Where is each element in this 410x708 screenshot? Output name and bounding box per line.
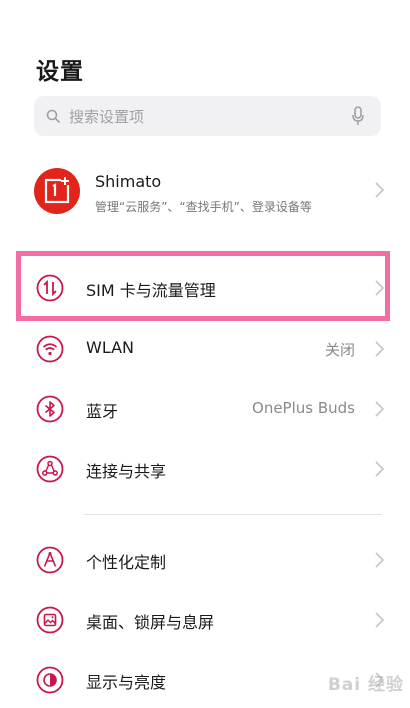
settings-item-label: 桌面、锁屏与息屏 <box>86 613 215 632</box>
microphone-icon[interactable] <box>352 106 364 130</box>
search-placeholder: 搜索设置项 <box>69 108 145 126</box>
wifi-icon <box>36 335 64 363</box>
chevron-right-icon <box>375 341 385 361</box>
settings-item-label: 个性化定制 <box>86 553 167 572</box>
search-bar[interactable]: 搜索设置项 <box>34 96 381 136</box>
settings-item-personalization[interactable]: 个性化定制 <box>0 532 410 588</box>
search-icon <box>46 108 60 127</box>
oneplus-logo-avatar <box>34 168 80 214</box>
settings-item-label: 连接与共享 <box>86 462 167 481</box>
connection-share-icon <box>36 455 64 483</box>
personalization-icon <box>36 546 64 574</box>
settings-item-label: 显示与亮度 <box>86 673 167 692</box>
settings-item-label: WLAN <box>86 338 135 357</box>
settings-item-value: 关闭 <box>324 341 355 359</box>
account-name: Shimato <box>95 172 162 191</box>
chevron-right-icon <box>375 552 385 572</box>
account-subtitle: 管理“云服务”、“查找手机”、登录设备等 <box>95 200 312 214</box>
settings-item-connection-sharing[interactable]: 连接与共享 <box>0 441 410 497</box>
settings-item-home-lock-screen[interactable]: 桌面、锁屏与息屏 <box>0 592 410 648</box>
settings-item-wlan[interactable]: WLAN 关闭 <box>0 321 410 377</box>
chevron-right-icon <box>375 461 385 481</box>
highlight-box <box>16 251 390 321</box>
account-row[interactable]: Shimato 管理“云服务”、“查找手机”、登录设备等 <box>0 160 410 220</box>
chevron-right-icon <box>375 401 385 421</box>
bluetooth-icon <box>36 395 64 423</box>
page-title: 设置 <box>36 59 84 85</box>
home-lock-screen-icon <box>36 606 64 634</box>
watermark: Bai 经验 <box>327 675 404 695</box>
settings-item-value: OnePlus Buds <box>252 399 355 417</box>
chevron-right-icon <box>375 182 385 202</box>
display-brightness-icon <box>36 666 64 694</box>
section-divider <box>84 514 382 515</box>
chevron-right-icon <box>375 612 385 632</box>
settings-item-bluetooth[interactable]: 蓝牙 OnePlus Buds <box>0 381 410 437</box>
settings-item-label: 蓝牙 <box>86 402 119 421</box>
